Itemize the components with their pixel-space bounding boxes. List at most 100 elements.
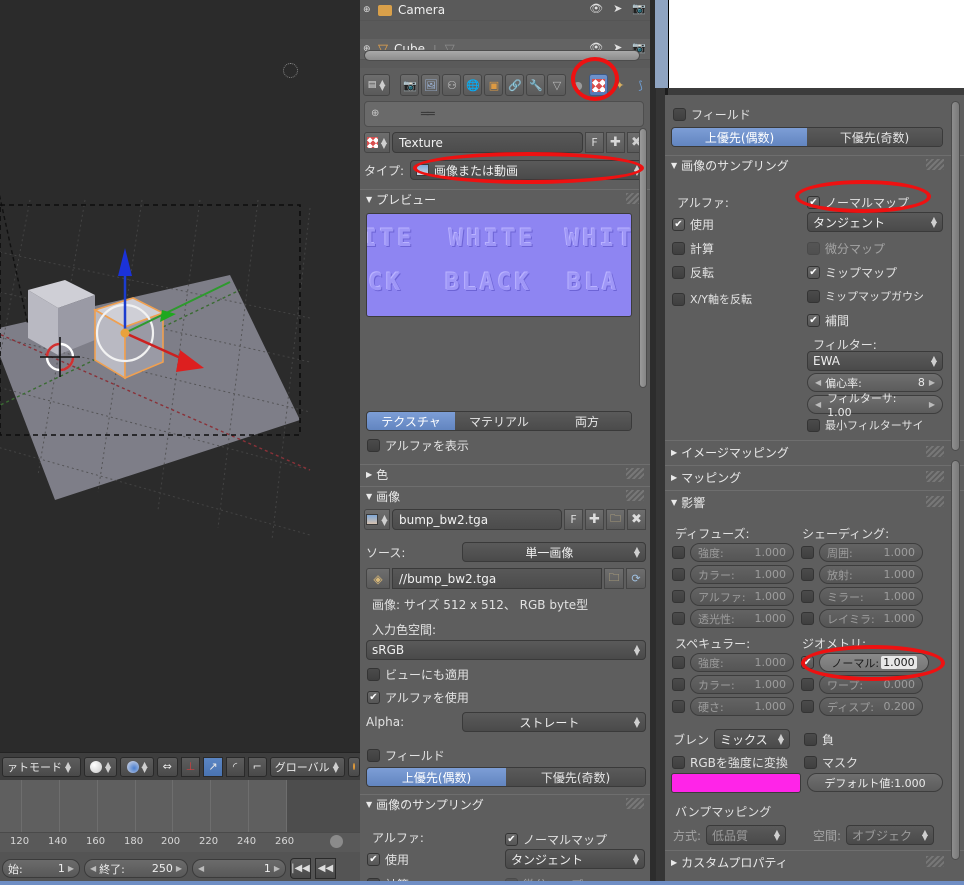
r-normal-space-dropdown[interactable]: タンジェント ▲ ▼ [807, 212, 943, 232]
r-min-filter-checkbox[interactable] [807, 418, 820, 432]
r-calculate-row[interactable]: 計算 [672, 240, 714, 257]
new-texture-button[interactable]: ✚ [606, 132, 625, 153]
tab-scene[interactable]: ⚇ [442, 74, 462, 96]
r-invert-checkbox[interactable] [672, 266, 685, 279]
manipulator-rotate-button[interactable]: ◜ [225, 756, 245, 777]
preview-section-header[interactable]: ▼ プレビュー [360, 189, 650, 208]
image-source-row[interactable]: ソース: 単一画像 ▲ ▼ [366, 542, 646, 562]
preview-tab-both[interactable]: 両方 [543, 412, 631, 430]
r-fields-row[interactable]: フィールド [673, 106, 751, 123]
r-diffuse-color-row[interactable]: カラー: 1.000 [672, 565, 794, 584]
image-unlink-button[interactable]: ✖ [627, 509, 646, 530]
r-stencil-row[interactable]: マスク [804, 754, 858, 771]
image-reload-button[interactable]: ⟳ [626, 568, 646, 589]
manipulator-scale-button[interactable]: ⌐ [247, 756, 267, 777]
chevron-right-icon[interactable]: ▶ [176, 864, 182, 873]
r-geometry-warp-checkbox[interactable] [801, 678, 814, 691]
fields-row[interactable]: フィールド [367, 747, 445, 764]
use-alpha-row[interactable]: ✔ アルファを使用 [367, 689, 469, 706]
preview-tab-material[interactable]: マテリアル [455, 412, 543, 430]
r-field-order-lower[interactable]: 下優先(奇数) [807, 128, 942, 146]
show-alpha-checkbox[interactable] [367, 439, 380, 452]
eye-icon[interactable]: 👁 [589, 2, 603, 15]
image-path-browse-button[interactable]: 🗀 [604, 568, 624, 589]
camera-render-icon[interactable]: 📷 [632, 2, 646, 15]
texture-name-field[interactable]: Texture [392, 132, 583, 153]
r-specular-hardness-checkbox[interactable] [672, 700, 685, 713]
sampling-normal-map-checkbox[interactable]: ✔ [505, 833, 518, 846]
image-path-field[interactable]: //bump_bw2.tga [392, 568, 602, 589]
add-slot-icon[interactable]: ⊕ [371, 108, 379, 119]
r-shading-raymirror-row[interactable]: レイミラ: 1.000 [801, 609, 923, 628]
field-order-lower[interactable]: 下優先(奇数) [506, 768, 645, 786]
shading-mode-button[interactable]: ▲ ▼ [83, 756, 118, 777]
r-shading-mirror-field[interactable]: ミラー: 1.000 [819, 587, 923, 606]
r-filter-dropdown[interactable]: EWA ▲ ▼ [807, 351, 943, 371]
r-bump-method-row[interactable]: 方式: 低品質 ▲ ▼ [673, 825, 787, 845]
chevron-left-icon[interactable]: ◀ [90, 864, 96, 873]
r-diffuse-intensity-field[interactable]: 強度: 1.000 [690, 543, 794, 562]
tab-data[interactable]: ▽ [547, 74, 567, 96]
layers-button[interactable] [347, 756, 360, 777]
r-calculate-checkbox[interactable] [672, 242, 685, 255]
r-specular-intensity-checkbox[interactable] [672, 656, 685, 669]
r-shading-ambient-field[interactable]: 周囲: 1.000 [819, 543, 923, 562]
color-section-header[interactable]: ▶ 色 [360, 464, 650, 483]
r-geometry-displace-field[interactable]: ディスプ: 0.200 [819, 697, 923, 716]
r-derivative-map-row[interactable]: 微分マップ [807, 240, 885, 257]
texture-type-dropdown[interactable]: 画像または動画 ▲ ▼ [410, 160, 646, 180]
frame-start-field[interactable]: 始: 1 ▶ [2, 859, 80, 878]
chevron-right-icon[interactable]: ▶ [274, 864, 280, 873]
r-negative-checkbox[interactable] [804, 733, 817, 746]
proportional-edit-button[interactable]: ⇔ [156, 756, 178, 777]
tab-texture[interactable] [589, 74, 609, 96]
r-interpolation-row[interactable]: ✔ 補間 [807, 312, 849, 329]
image-new-button[interactable]: ✚ [585, 509, 604, 530]
frame-end-field[interactable]: ◀ 終了: 250 ▶ [84, 859, 188, 878]
use-alpha-checkbox[interactable]: ✔ [367, 691, 380, 704]
r-shading-ambient-row[interactable]: 周囲: 1.000 [801, 543, 923, 562]
r-diffuse-color-checkbox[interactable] [672, 568, 685, 581]
r-rgb-to-intensity-row[interactable]: RGBを強度に変換 [672, 754, 788, 771]
r-mipmap-row[interactable]: ✔ ミップマップ [807, 264, 897, 281]
r-geometry-normal-checkbox[interactable]: ✔ [801, 656, 814, 669]
viewport-header[interactable]: ァトモード ▲ ▼ ▲ ▼ ▲ ▼ ⇔ ⊥ ↗ ◜ ⌐ グローバル ▲ ▼ [0, 752, 360, 780]
r-invert-row[interactable]: 反転 [672, 264, 714, 281]
texture-breadcrumb-bar[interactable]: ⊕ ══ [364, 101, 644, 127]
editor-divider-secondary[interactable] [656, 88, 665, 885]
r-field-order-tabs[interactable]: 上優先(偶数) 下優先(奇数) [671, 127, 943, 147]
r-shading-mirror-checkbox[interactable] [801, 590, 814, 603]
r-bump-method-dropdown[interactable]: 低品質 ▲ ▼ [706, 825, 787, 845]
jump-prev-keyframe-button[interactable]: ◀◀ [315, 858, 336, 879]
r-specular-hardness-field[interactable]: 硬さ: 1.000 [690, 697, 794, 716]
r-specular-color-checkbox[interactable] [672, 678, 685, 691]
fields-checkbox[interactable] [367, 749, 380, 762]
preview-section[interactable]: ▼ プレビュー [360, 189, 650, 208]
timeline-editor[interactable]: 120 140 160 180 200 220 240 260 始: 1 ▶ ◀… [0, 780, 360, 885]
r-rgb-to-intensity-checkbox[interactable] [672, 756, 685, 769]
outliner-editor[interactable]: ⊕ Camera 👁 ➤ 📷 ⊕ ▽ Cube | ▽ 👁 ➤ 📷 ⊕ ▽ Cu… [360, 0, 650, 68]
image-datablock-row[interactable]: ▲ ▼ bump_bw2.tga F ✚ 🗀 ✖ [364, 509, 646, 530]
view-as-render-checkbox[interactable] [367, 668, 380, 681]
color-section[interactable]: ▶ 色 [360, 464, 650, 483]
r-min-filter-row[interactable]: 最小フィルターサイ [807, 417, 924, 433]
r-custom-props-section[interactable]: ▶ カスタムプロパティ [665, 850, 964, 874]
r-geometry-normal-field[interactable]: ノーマル: 1.000 [819, 653, 929, 672]
properties-right-scrollbar[interactable] [951, 101, 960, 451]
r-mapping-header[interactable]: ▶ マッピング [665, 465, 964, 489]
image-path-row[interactable]: ◈ //bump_bw2.tga 🗀 ⟳ [366, 568, 646, 589]
normal-space-dropdown[interactable]: タンジェント ▲ ▼ [505, 849, 645, 869]
tab-physics[interactable]: ⟆ [631, 74, 650, 96]
r-image-mapping-header[interactable]: ▶ イメージマッピング [665, 440, 964, 464]
r-normal-map-checkbox[interactable]: ✔ [807, 196, 820, 209]
chevron-left-icon[interactable]: ◀ [198, 864, 204, 873]
properties-editor-right[interactable]: フィールド 上優先(偶数) 下優先(奇数) ▼ 画像のサンプリング アルファ: … [665, 95, 964, 885]
properties-right-scrollbar-lower[interactable] [951, 460, 960, 860]
r-color-swatch[interactable] [671, 773, 801, 793]
sampling-normal-map-row[interactable]: ✔ ノーマルマップ [505, 831, 607, 848]
chevron-right-icon[interactable]: ▶ [68, 864, 74, 873]
r-specular-intensity-row[interactable]: 強度: 1.000 [672, 653, 794, 672]
current-frame-field[interactable]: ◀ 1 ▶ [192, 859, 286, 878]
r-derivative-map-checkbox[interactable] [807, 242, 820, 255]
r-blend-row[interactable]: ブレン ミックス ▲ ▼ [673, 729, 791, 749]
